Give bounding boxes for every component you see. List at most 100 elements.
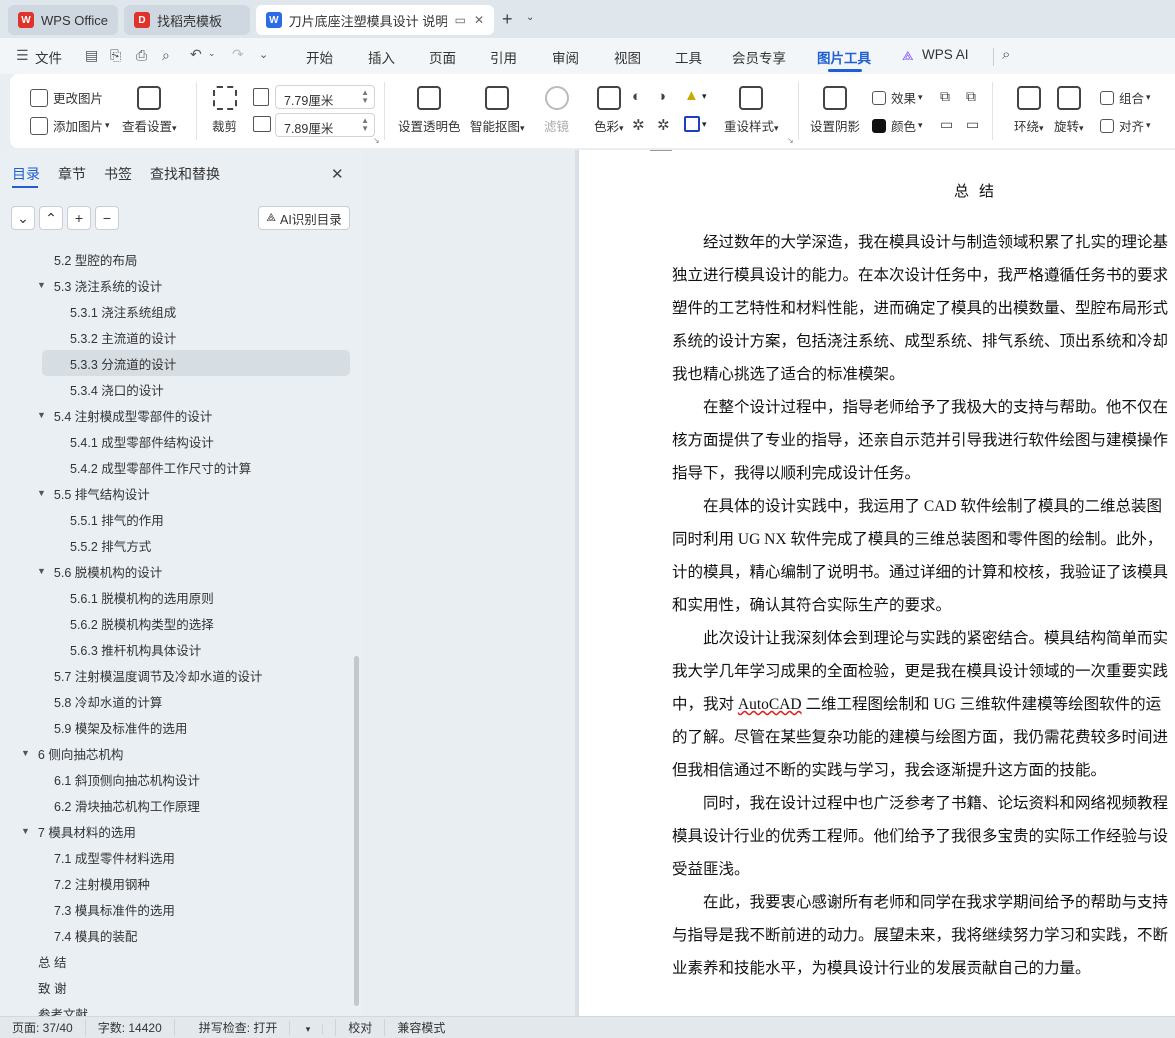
- expand-button[interactable]: ⌃: [39, 206, 63, 230]
- toc-item[interactable]: 6.1 斜顶侧向抽芯机构设计: [54, 766, 200, 792]
- add-heading-button[interactable]: +: [67, 206, 91, 230]
- toc-item[interactable]: 5.8 冷却水道的计算: [54, 688, 162, 714]
- nav-tab-sections[interactable]: 章节: [58, 164, 86, 184]
- tint-button[interactable]: 颜色 ▾: [872, 116, 923, 135]
- status-spell-check[interactable]: 拼写检查: 打开 ▾: [175, 1019, 337, 1036]
- toc-item[interactable]: 5.5.2 排气方式: [70, 532, 151, 558]
- doc-paragraph[interactable]: 在整个设计过程中，指导老师给予了我极大的支持与帮助。他不仅在 核方面提供了专业的指…: [672, 391, 1175, 490]
- contrast-down-icon[interactable]: ✲: [657, 116, 670, 134]
- toc-item[interactable]: ▼ 6 侧向抽芯机构: [21, 740, 123, 766]
- undo-icon[interactable]: ↶: [190, 46, 202, 63]
- rotate-button[interactable]: 旋转▾: [1054, 86, 1084, 135]
- height-spinner-icon[interactable]: ▲ ▼: [361, 117, 369, 133]
- undo-dropdown-icon[interactable]: ⌄: [208, 48, 216, 59]
- wrap-button[interactable]: 环绕▾: [1014, 86, 1044, 135]
- print-icon[interactable]: ⎙: [136, 47, 147, 64]
- style-dialog-launcher-icon[interactable]: ↘: [787, 136, 794, 145]
- doc-paragraph[interactable]: 在此，我要衷心感谢所有老师和同学在我求学期间给予的帮助与支持 与指导是我不断前进的…: [672, 886, 1175, 985]
- border-color-icon[interactable]: [684, 116, 700, 132]
- crop-button[interactable]: 裁剪: [212, 86, 237, 135]
- set-transparent-button[interactable]: 设置透明色: [398, 86, 461, 135]
- new-tab-icon[interactable]: +: [502, 9, 513, 30]
- toc-item[interactable]: ▼ 7 模具材料的选用: [21, 818, 136, 844]
- print-preview-icon[interactable]: ⌕: [162, 47, 170, 64]
- brightness-down-icon[interactable]: ✲: [632, 116, 645, 134]
- doc-heading[interactable]: 总结: [954, 180, 1004, 201]
- toc-item[interactable]: 5.3.4 浇口的设计: [70, 376, 164, 402]
- toc-item[interactable]: 总 结: [38, 948, 66, 974]
- nav-tab-toc[interactable]: 目录: [12, 164, 40, 184]
- toc-item[interactable]: 5.6.3 推杆机构具体设计: [70, 636, 201, 662]
- toc-item[interactable]: 7.1 成型零件材料选用: [54, 844, 175, 870]
- smart-cutout-button[interactable]: 智能抠图▾: [470, 86, 525, 135]
- color-button[interactable]: 色彩▾: [594, 86, 624, 135]
- nav-tab-find-replace[interactable]: 查找和替换: [150, 164, 220, 184]
- bring-forward-icon[interactable]: ⧉: [940, 88, 950, 105]
- file-menu[interactable]: 文件: [35, 47, 62, 67]
- toc-item[interactable]: 5.4.2 成型零部件工作尺寸的计算: [70, 454, 251, 480]
- change-picture-button[interactable]: 更改图片: [30, 88, 103, 107]
- tab-reference[interactable]: 引用: [490, 47, 517, 67]
- arrange-icon[interactable]: ▭: [966, 116, 979, 133]
- nav-tab-bookmarks[interactable]: 书签: [104, 164, 132, 184]
- toc-item[interactable]: 6.2 滑块抽芯机构工作原理: [54, 792, 200, 818]
- toc-item[interactable]: 5.4.1 成型零部件结构设计: [70, 428, 214, 454]
- save-icon[interactable]: ▤: [85, 47, 98, 64]
- toc-item[interactable]: 7.4 模具的装配: [54, 922, 137, 948]
- export-icon[interactable]: ⎘: [110, 47, 121, 64]
- doc-paragraph[interactable]: 经过数年的大学深造，我在模具设计与制造领域积累了扎实的理论基 独立进行模具设计的能…: [672, 226, 1175, 391]
- contrast-icon[interactable]: ◑: [657, 88, 666, 105]
- status-proofread[interactable]: 校对: [336, 1019, 386, 1036]
- tab-home[interactable]: 开始: [306, 47, 333, 67]
- toc-item[interactable]: 5.6.2 脱模机构类型的选择: [70, 610, 214, 636]
- status-word-count[interactable]: 字数: 14420: [86, 1019, 175, 1036]
- toc-item[interactable]: ▼ 5.3 浇注系统的设计: [37, 272, 162, 298]
- brightness-up-icon[interactable]: ◐: [632, 88, 641, 105]
- expand-arrow-icon[interactable]: ▼: [37, 566, 46, 576]
- toc-item[interactable]: 5.3.1 浇注系统组成: [70, 298, 176, 324]
- status-page[interactable]: 页面: 37/40: [0, 1019, 86, 1036]
- toc-item[interactable]: 5.6.1 脱模机构的选用原则: [70, 584, 214, 610]
- doc-paragraph[interactable]: 同时，我在设计过程中也广泛参考了书籍、论坛资料和网络视频教程 模具设计行业的优秀工…: [672, 787, 1175, 886]
- toc-item[interactable]: 7.3 模具标准件的选用: [54, 896, 175, 922]
- redo-icon[interactable]: ↷: [232, 46, 244, 63]
- group-button[interactable]: 组合 ▾: [1100, 88, 1151, 107]
- tab-view[interactable]: 视图: [614, 47, 641, 67]
- chevron-down-icon[interactable]: ⌄: [526, 12, 534, 23]
- collapse-button[interactable]: ⌄: [11, 206, 35, 230]
- remove-heading-button[interactable]: −: [95, 206, 119, 230]
- tab-wps-office[interactable]: W WPS Office: [8, 5, 118, 35]
- tab-member[interactable]: 会员专享: [732, 47, 786, 67]
- toc-item[interactable]: ▼ 5.5 排气结构设计: [37, 480, 150, 506]
- border-dropdown-icon[interactable]: ▾: [702, 119, 707, 130]
- tab-document[interactable]: W 刀片底座注塑模具设计 说明书 ▭ ✕: [256, 5, 494, 35]
- tab-insert[interactable]: 插入: [368, 47, 395, 67]
- filter-button[interactable]: 滤镜: [544, 86, 569, 135]
- search-icon[interactable]: ⌕: [1002, 46, 1010, 63]
- toc-item[interactable]: 致 谢: [38, 974, 66, 1000]
- toc-item[interactable]: 5.3.2 主流道的设计: [70, 324, 176, 350]
- expand-arrow-icon[interactable]: ▼: [21, 748, 30, 758]
- size-dialog-launcher-icon[interactable]: ↘: [373, 136, 380, 145]
- expand-arrow-icon[interactable]: ▼: [37, 410, 46, 420]
- toc-item[interactable]: 5.3.3 分流道的设计: [70, 350, 176, 376]
- close-pane-icon[interactable]: ✕: [331, 165, 344, 183]
- recolor-dropdown-icon[interactable]: ▾: [702, 91, 707, 102]
- hamburger-icon[interactable]: ☰: [16, 47, 29, 64]
- recolor-icon[interactable]: ▲: [684, 87, 699, 104]
- toc-item[interactable]: 5.2 型腔的布局: [54, 246, 137, 272]
- selection-pane-icon[interactable]: ▭: [940, 116, 953, 133]
- expand-arrow-icon[interactable]: ▼: [37, 488, 46, 498]
- close-tab-icon[interactable]: ✕: [474, 13, 484, 27]
- toc-item[interactable]: ▼ 5.4 注射模成型零部件的设计: [37, 402, 212, 428]
- reset-style-button[interactable]: 重设样式▾: [724, 86, 779, 135]
- toc-item[interactable]: 5.7 注射模温度调节及冷却水道的设计: [54, 662, 262, 688]
- align-button[interactable]: 对齐 ▾: [1100, 116, 1151, 135]
- tab-picture-tools[interactable]: 图片工具: [817, 47, 871, 67]
- doc-paragraph[interactable]: 在具体的设计实践中，我运用了 CAD 软件绘制了模具的二维总装图 同时利用 UG …: [672, 490, 1175, 622]
- tab-page[interactable]: 页面: [429, 47, 456, 67]
- toc-item[interactable]: 7.2 注射模用钢种: [54, 870, 150, 896]
- tab-tools[interactable]: 工具: [675, 47, 702, 67]
- add-picture-button[interactable]: 添加图片 ▾: [30, 116, 110, 135]
- nav-scrollbar[interactable]: [354, 656, 359, 1006]
